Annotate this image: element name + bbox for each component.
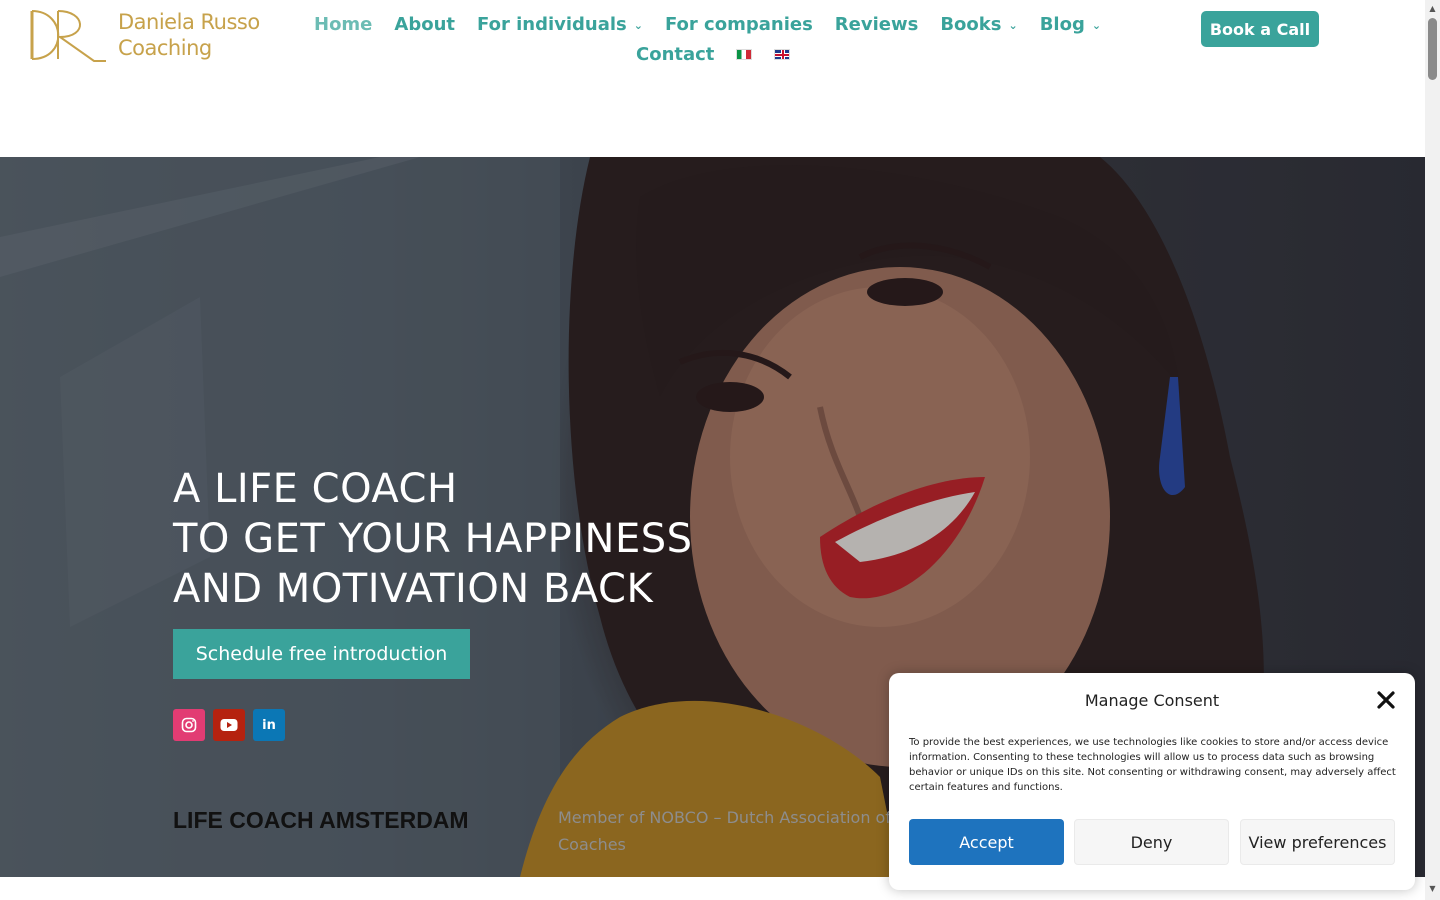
nav-books[interactable]: Books ⌄ xyxy=(940,14,1017,35)
hero-headline-line: A LIFE COACH xyxy=(173,466,458,512)
hero-headline: A LIFE COACH TO GET YOUR HAPPINESS AND M… xyxy=(173,464,693,614)
nav-blog-label: Blog xyxy=(1039,13,1085,35)
nav-for-companies[interactable]: For companies xyxy=(665,14,813,35)
consent-description: To provide the best experiences, we use … xyxy=(909,737,1396,793)
site-header: Daniela Russo Coaching Home About For in… xyxy=(0,0,1425,157)
view-preferences-button[interactable]: View preferences xyxy=(1240,819,1395,865)
scroll-down-icon[interactable]: ▼ xyxy=(1425,884,1440,893)
nav-contact[interactable]: Contact xyxy=(636,44,714,65)
it-flag-icon[interactable] xyxy=(736,48,753,60)
cookie-consent-dialog: Manage Consent To provide the best exper… xyxy=(889,673,1415,890)
book-a-call-button[interactable]: Book a Call xyxy=(1201,11,1319,47)
site-logo[interactable]: Daniela Russo Coaching xyxy=(28,6,268,64)
close-icon[interactable] xyxy=(1375,689,1397,711)
instagram-icon[interactable] xyxy=(173,709,205,741)
nav-home[interactable]: Home xyxy=(314,14,372,35)
nav-about-label: About xyxy=(394,13,456,35)
en-flag-icon[interactable] xyxy=(774,48,791,60)
dr-monogram-icon xyxy=(30,10,106,62)
social-links: in xyxy=(173,709,293,741)
scroll-up-icon[interactable]: ▲ xyxy=(1425,4,1440,13)
chevron-down-icon: ⌄ xyxy=(1091,18,1102,32)
chevron-down-icon: ⌄ xyxy=(633,18,643,32)
youtube-icon[interactable] xyxy=(213,709,245,741)
nav-for-individuals[interactable]: For individuals ⌄ xyxy=(477,14,643,35)
schedule-intro-button[interactable]: Schedule free introduction xyxy=(173,629,470,679)
linkedin-icon[interactable]: in xyxy=(253,709,285,741)
scrollbar-thumb[interactable] xyxy=(1428,18,1437,80)
hero-headline-line: AND MOTIVATION BACK xyxy=(173,566,654,612)
hero-subtitle: LIFE COACH AMSTERDAM xyxy=(173,807,469,833)
logo-subname: Coaching xyxy=(118,36,212,60)
logo-name: Daniela Russo xyxy=(118,10,260,34)
nobco-membership-text: Member of NOBCO – Dutch Association of C… xyxy=(558,808,891,854)
nav-reviews-label: Reviews xyxy=(834,13,919,35)
chevron-down-icon: ⌄ xyxy=(1008,18,1018,32)
hero-headline-line: TO GET YOUR HAPPINESS xyxy=(173,516,693,562)
consent-title: Manage Consent xyxy=(1084,691,1220,710)
nav-blog[interactable]: Blog ⌄ xyxy=(1040,14,1101,35)
nav-reviews[interactable]: Reviews xyxy=(835,14,919,35)
secondary-nav: Contact xyxy=(636,40,791,68)
nav-home-label: Home xyxy=(314,13,373,35)
deny-button[interactable]: Deny xyxy=(1074,819,1229,865)
page-scrollbar[interactable]: ▲ ▼ xyxy=(1425,0,1440,900)
main-nav: Home About For individuals ⌄ For companie… xyxy=(314,10,1123,38)
nav-about[interactable]: About xyxy=(394,14,455,35)
logo-wordmark: Daniela Russo Coaching xyxy=(118,9,260,61)
nav-books-label: Books xyxy=(940,13,1002,35)
nav-for-individuals-label: For individuals xyxy=(477,13,627,35)
nav-for-companies-label: For companies xyxy=(664,13,813,35)
accept-button[interactable]: Accept xyxy=(909,819,1064,865)
